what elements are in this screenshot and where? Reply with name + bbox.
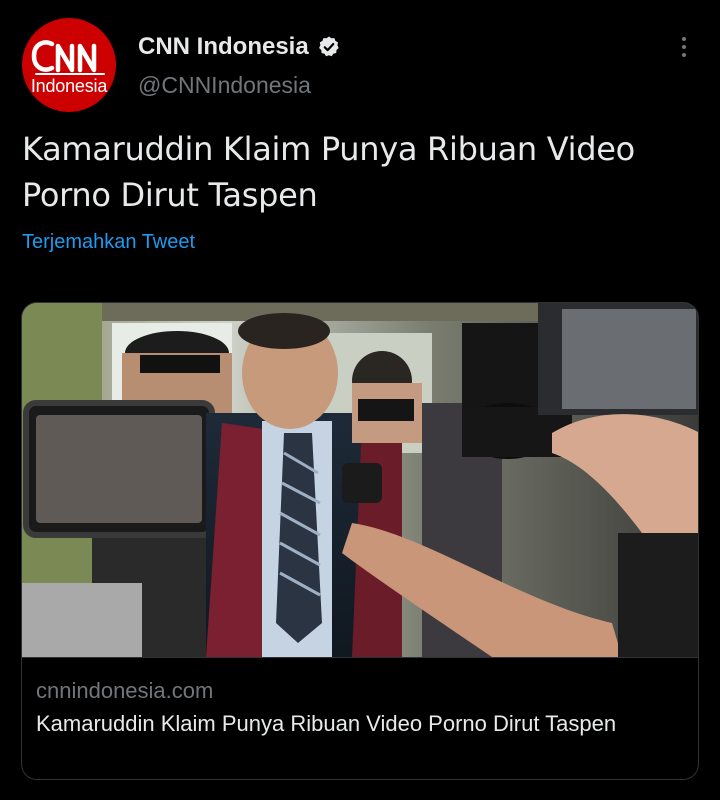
author-avatar[interactable]: Indonesia: [22, 18, 116, 112]
more-options-icon[interactable]: [672, 32, 696, 62]
author-name-row: CNN Indonesia: [138, 33, 341, 61]
more-dot: [682, 45, 686, 49]
tweet-text: Kamaruddin Klaim Punya Ribuan Video Porn…: [22, 130, 635, 214]
verified-badge-icon: [318, 36, 339, 57]
more-dot: [682, 53, 686, 57]
card-title: Kamaruddin Klaim Punya Ribuan Video Porn…: [36, 711, 617, 736]
link-card[interactable]: cnnindonesia.com Kamaruddin Klaim Punya …: [21, 302, 699, 780]
card-domain: cnnindonesia.com: [36, 678, 214, 703]
author-handle[interactable]: @CNNIndonesia: [138, 72, 311, 99]
tweet: Indonesia CNN Indonesia @CNNIndonesia Ka…: [0, 0, 720, 800]
author-display-name[interactable]: CNN Indonesia: [138, 33, 309, 61]
card-image[interactable]: [22, 303, 699, 657]
translate-tweet-link[interactable]: Terjemahkan Tweet: [22, 231, 195, 254]
avatar-subtitle: Indonesia: [30, 76, 108, 96]
card-footer: cnnindonesia.com Kamaruddin Klaim Punya …: [22, 657, 698, 779]
more-dot: [682, 37, 686, 41]
cnn-logo-icon: [31, 40, 105, 75]
